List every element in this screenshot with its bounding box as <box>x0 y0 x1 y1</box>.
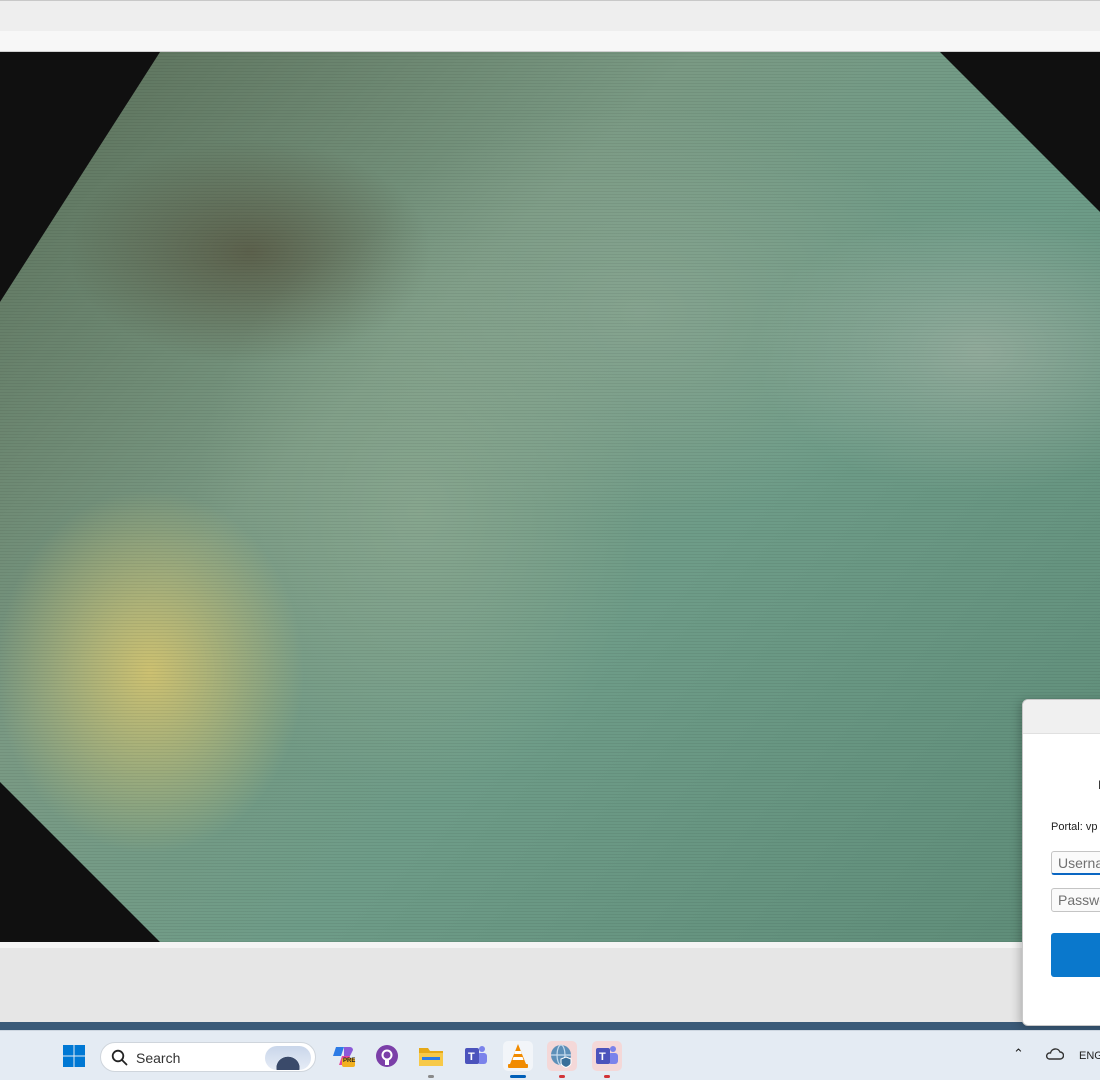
window-toolbar <box>0 31 1100 52</box>
taskbar-app-teams-classic[interactable]: T <box>461 1041 491 1071</box>
copilot-icon <box>333 1047 355 1067</box>
taskbar: Search PRE T T <box>0 1030 1100 1080</box>
running-indicator <box>428 1075 434 1078</box>
teams-icon: T <box>596 1046 618 1064</box>
windows-icon <box>63 1045 85 1067</box>
svg-text:T: T <box>468 1051 475 1063</box>
search-label: Search <box>136 1050 181 1066</box>
vlc-cone-icon <box>508 1044 528 1068</box>
taskbar-app-copilot[interactable]: PRE <box>328 1041 358 1071</box>
password-input[interactable] <box>1051 888 1100 912</box>
attention-indicator <box>559 1075 565 1078</box>
taskbar-app-file-explorer[interactable] <box>416 1041 446 1078</box>
input-language-indicator[interactable]: ENG <box>1079 1050 1100 1062</box>
vpn-login-dialog: I Portal: vp <box>1022 699 1100 1026</box>
github-icon <box>376 1045 398 1067</box>
video-scanlines <box>0 52 1100 942</box>
copilot-pre-badge: PRE <box>343 1058 356 1064</box>
search-highlight-image <box>265 1046 311 1070</box>
taskbar-app-github[interactable] <box>372 1041 402 1071</box>
start-button[interactable] <box>59 1041 89 1071</box>
taskbar-app-teams-new[interactable]: T <box>592 1041 622 1078</box>
desktop-background-strip <box>0 1022 1100 1030</box>
teams-icon: T <box>465 1046 487 1064</box>
taskbar-search-box[interactable]: Search <box>100 1042 316 1072</box>
video-viewport[interactable] <box>0 52 1100 942</box>
show-hidden-icons-chevron-icon[interactable]: ⌃ <box>1013 1046 1024 1062</box>
globe-shield-icon <box>551 1044 572 1069</box>
window-title-bar[interactable] <box>0 0 1100 31</box>
dialog-title-bar[interactable] <box>1023 700 1100 734</box>
search-icon <box>111 1049 128 1066</box>
username-input[interactable] <box>1051 851 1100 875</box>
portal-label: Portal: vp <box>1051 821 1098 833</box>
connect-button[interactable] <box>1051 933 1100 977</box>
player-control-panel <box>0 942 1100 1022</box>
onedrive-cloud-icon[interactable] <box>1044 1047 1064 1061</box>
folder-icon <box>419 1048 443 1066</box>
active-window-indicator <box>510 1075 526 1078</box>
taskbar-app-vpn-client[interactable] <box>547 1041 577 1078</box>
svg-text:T: T <box>599 1051 606 1063</box>
taskbar-app-vlc[interactable] <box>503 1041 533 1078</box>
attention-indicator <box>604 1075 610 1078</box>
